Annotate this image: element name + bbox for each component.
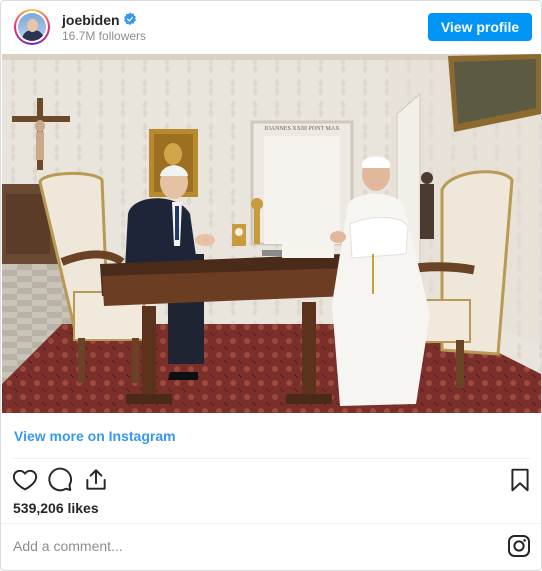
post-header: joebiden 16.7M followers View profile [1,1,541,53]
divider [13,458,530,459]
bookmark-icon[interactable] [507,467,533,493]
follower-count: 16.7M followers [62,29,147,43]
like-count: 539,206 likes [13,500,99,516]
comment-input[interactable]: Add a comment... [13,538,123,554]
instagram-icon[interactable] [507,534,531,558]
action-bar [1,463,541,495]
username[interactable]: joebiden [62,12,120,28]
heart-icon[interactable] [12,467,38,493]
avatar[interactable] [14,9,50,45]
view-profile-button[interactable]: View profile [428,13,532,41]
comment-icon[interactable] [47,467,73,493]
share-icon[interactable] [83,467,109,493]
divider [1,523,541,524]
view-more-link[interactable]: View more on Instagram [14,428,176,444]
verified-badge-icon [124,12,136,26]
post-photo[interactable]: IOANNES XXIII PONT MAX [2,54,541,413]
post-image: IOANNES XXIII PONT MAX [2,54,541,413]
door-plaque: IOANNES XXIII PONT MAX [264,126,340,132]
instagram-embed: joebiden 16.7M followers View profile IO… [0,0,542,571]
